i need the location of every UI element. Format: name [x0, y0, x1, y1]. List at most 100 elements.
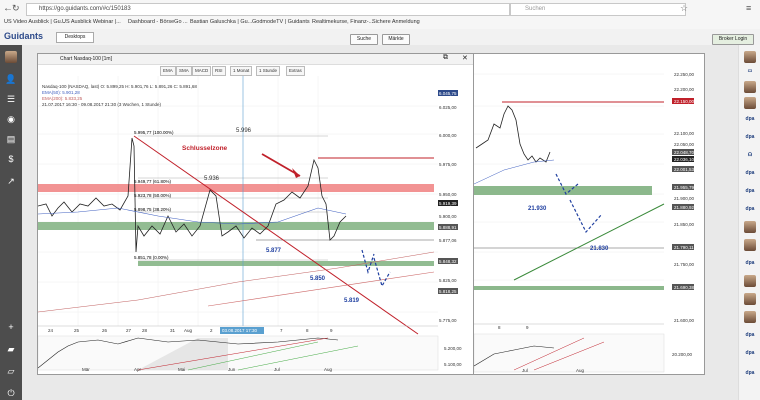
time-tick: 7 — [280, 328, 283, 333]
toolbar-period[interactable]: 1 Monat — [230, 66, 253, 76]
dpa-afx-icon[interactable]: dpa — [743, 167, 757, 179]
trend-icon[interactable]: ↗ — [4, 175, 18, 187]
bookmark-item[interactable]: Dashboard - BörseGo ... — [128, 19, 188, 25]
search-placeholder: Suchen — [525, 6, 546, 12]
user-avatar[interactable] — [5, 51, 17, 63]
price-tick: 5.900,00 — [439, 214, 457, 219]
bookmark-item[interactable]: US Video Ausblick | Gu... — [4, 19, 65, 25]
contact-avatar[interactable] — [744, 81, 756, 93]
bookmark-item[interactable]: Realtimekurse, Finanz-... — [312, 19, 373, 25]
overview-time-tick: Jul — [274, 367, 280, 372]
toolbar-extras[interactable]: Extras — [286, 66, 305, 76]
time-tick: 27 — [126, 328, 132, 333]
contact-avatar[interactable] — [744, 275, 756, 287]
toolbar-ema[interactable]: EMA — [160, 66, 176, 76]
contact-avatar[interactable] — [744, 239, 756, 251]
left-sidebar: 👤 ☰ ◉ ▤ $ ↗ + ▰ ▱ ⏻ — [0, 45, 22, 400]
contact-avatar[interactable] — [744, 97, 756, 109]
url-text: https://go.guidants.com/#c/150183 — [39, 6, 131, 12]
price-tick: 21.600,00 — [674, 318, 695, 323]
overview-time-tick: Aug — [324, 367, 333, 372]
bookmark-item[interactable]: GodmodeTV | Guidants — [252, 19, 310, 25]
contact-avatar[interactable] — [744, 311, 756, 323]
popout-icon[interactable]: ⧉ — [443, 54, 448, 62]
search-button[interactable]: Suche — [350, 34, 378, 45]
list-icon[interactable]: ☰ — [4, 93, 18, 105]
second-price-chart[interactable]: 21.930 21.830 22.250,00 22.200,00 22.150… — [474, 54, 704, 374]
price-tick: 22.150,00 — [674, 99, 695, 104]
toolbar-macd[interactable]: MACD — [192, 66, 212, 76]
broker-login-button[interactable]: Broker Login — [712, 34, 754, 45]
toolbar-sma[interactable]: SMA — [176, 66, 192, 76]
info-line-1: Nasdaq-100 (NASDAQ, last) O: 5.899,25 H:… — [42, 84, 197, 89]
price-tick: 22.050,00 — [674, 142, 695, 147]
chart-window-titlebar[interactable]: Chart Nasdaq-100 [1m] ⧉ ✕ — [38, 54, 474, 65]
dpa-afx-icon[interactable]: dpa — [743, 347, 757, 359]
price-chart[interactable]: Nasdaq-100 (NASDAQ, last) O: 5.899,25 H:… — [38, 76, 474, 372]
level-label-21930: 21.930 — [528, 206, 547, 212]
folder-icon[interactable]: ▰ — [4, 343, 18, 355]
power-icon[interactable]: ⏻ — [4, 387, 18, 399]
level-label-5936: 5.936 — [204, 176, 220, 182]
price-tick: 5.825,00 — [439, 278, 457, 283]
price-tick: 5.888,91 — [439, 225, 457, 230]
price-tick: 21.690,38 — [674, 285, 695, 290]
second-chart-window[interactable]: 21.930 21.830 22.250,00 22.200,00 22.150… — [473, 53, 705, 375]
time-tick: 25 — [74, 328, 80, 333]
bookmark-item[interactable]: US Ausblick Webinar |... — [62, 19, 121, 25]
chart-window[interactable]: Chart Nasdaq-100 [1m] ⧉ ✕ EMA SMA MACD R… — [37, 53, 475, 375]
url-field[interactable]: https://go.guidants.com/#c/150183 — [26, 3, 510, 16]
close-icon[interactable]: ✕ — [462, 54, 468, 62]
bookmark-item[interactable]: Sichere Anmeldung — [372, 19, 420, 25]
toolbar-rsi[interactable]: RSI — [212, 66, 226, 76]
price-tick: 21.790,11 — [674, 245, 694, 250]
folder-open-icon[interactable]: ▱ — [4, 365, 18, 377]
dpa-afx-icon[interactable]: dpa — [743, 367, 757, 379]
eye-icon[interactable]: ◉ — [4, 113, 18, 125]
dpa-afx-icon[interactable]: dpa — [743, 257, 757, 269]
info-line-3: EMA(200): 5.833,25 — [42, 96, 83, 101]
chart-icon[interactable]: ▤ — [4, 133, 18, 145]
support-zone-lower — [474, 286, 664, 290]
right-sidebar: ▭ dpa dpa ☊ dpa dpa dpa dpa dpa dpa dpa — [738, 45, 760, 400]
overview-time-tick: Mär — [82, 367, 90, 372]
dpa-afx-icon[interactable]: dpa — [743, 113, 757, 125]
price-tick: 5.950,00 — [439, 192, 457, 197]
markets-button-label: Märkte — [388, 36, 404, 42]
broker-login-label: Broker Login — [718, 36, 748, 42]
toolbar-interval[interactable]: 1 Stunde — [256, 66, 281, 76]
reload-icon[interactable]: ↻ — [12, 3, 20, 14]
desktops-button[interactable]: Desktops — [56, 32, 94, 43]
fib-label-100: 5.995,77 (100.00%) — [134, 130, 174, 135]
level-label-5850: 5.850 — [310, 276, 326, 282]
dpa-afx-icon[interactable]: dpa — [743, 329, 757, 341]
chat-icon[interactable]: ▭ — [743, 65, 757, 77]
overview-panel[interactable] — [474, 333, 665, 373]
search-field[interactable]: Suchen — [510, 3, 686, 16]
dpa-afx-icon[interactable]: dpa — [743, 203, 757, 215]
blue-arrow — [569, 199, 603, 234]
price-tick: 21.900,00 — [674, 196, 695, 201]
price-tick: 22.048,70 — [674, 150, 695, 155]
dollar-icon[interactable]: $ — [4, 153, 18, 165]
menu-icon[interactable]: ≡ — [746, 3, 751, 13]
guidants-logo[interactable]: Guidants — [4, 31, 43, 41]
contact-avatar[interactable] — [744, 51, 756, 63]
time-tick: Aug — [184, 328, 193, 333]
dpa-afx-icon[interactable]: dpa — [743, 185, 757, 197]
browser-address-bar: ← ↻ https://go.guidants.com/#c/150183 Su… — [0, 0, 760, 19]
markets-button[interactable]: Märkte — [382, 34, 410, 45]
add-icon[interactable]: + — [4, 321, 18, 333]
person-icon[interactable]: 👤 — [4, 73, 18, 85]
bookmark-item[interactable]: Bastian Galuschka | Gu... — [190, 19, 252, 25]
star-icon[interactable]: ☆ — [680, 3, 688, 14]
dpa-afx-icon[interactable]: dpa — [743, 131, 757, 143]
overview-price-tick: 20.200,00 — [672, 352, 693, 357]
contact-avatar[interactable] — [744, 221, 756, 233]
level-label-5996: 5.996 — [236, 128, 252, 134]
time-tick: 28 — [142, 328, 148, 333]
headset-icon[interactable]: ☊ — [743, 149, 757, 161]
price-line — [38, 137, 347, 253]
contact-avatar[interactable] — [744, 293, 756, 305]
price-tick: 6.000,00 — [439, 133, 457, 138]
